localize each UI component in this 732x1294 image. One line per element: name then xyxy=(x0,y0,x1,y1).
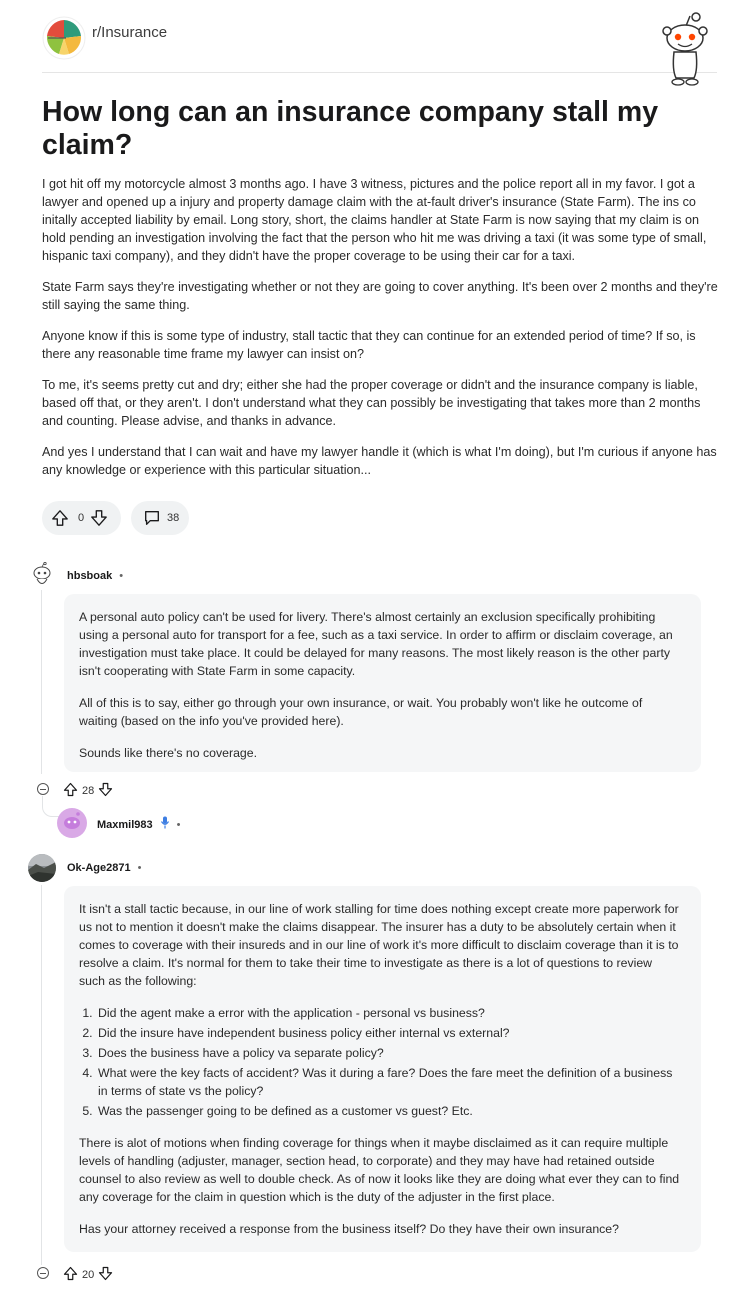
post-title: How long can an insurance company stall … xyxy=(42,96,659,161)
downvote-arrow-icon[interactable] xyxy=(98,782,113,800)
comment-header: hbsboak • xyxy=(67,570,123,582)
comment-vote-count: 20 xyxy=(82,1269,95,1281)
comment-paragraph: It isn't a stall tactic because, in our … xyxy=(79,902,679,988)
avatar[interactable] xyxy=(28,854,56,882)
post-paragraph: And yes I understand that I can wait and… xyxy=(42,445,717,477)
comment-username[interactable]: hbsboak xyxy=(67,570,112,582)
comment-bubble-icon xyxy=(143,509,161,527)
list-item: Did the agent make a error with the appl… xyxy=(96,1004,681,1022)
list-item: Was the passenger going to be defined as… xyxy=(96,1102,681,1120)
comment-actions: 20 xyxy=(63,1266,113,1284)
umbrella-icon[interactable] xyxy=(42,16,86,60)
list-item: Does the business have a policy va separ… xyxy=(96,1044,681,1062)
thread-line[interactable] xyxy=(41,885,42,1265)
comment-body: A personal auto policy can't be used for… xyxy=(64,594,701,772)
reply-header: Maxmil983 • xyxy=(97,816,181,834)
comment-paragraph: All of this is to say, either go through… xyxy=(79,696,643,728)
comment-count: 38 xyxy=(167,512,180,524)
comment-body: It isn't a stall tactic because, in our … xyxy=(64,886,701,1252)
header-divider xyxy=(42,72,717,73)
post-vote-bar: 0 xyxy=(42,501,121,535)
separator-dot: • xyxy=(176,819,181,831)
post-paragraph: I got hit off my motorcycle almost 3 mon… xyxy=(42,177,707,263)
separator-dot: • xyxy=(119,570,124,582)
post-vote-count: 0 xyxy=(78,512,85,524)
comment-paragraph: Has your attorney received a response fr… xyxy=(79,1222,619,1236)
post-paragraph: State Farm says they're investigating wh… xyxy=(42,280,718,312)
collapse-thread-icon[interactable] xyxy=(37,783,49,795)
downvote-arrow-icon[interactable] xyxy=(90,509,108,527)
avatar[interactable] xyxy=(57,808,87,838)
post-paragraph: To me, it's seems pretty cut and dry; ei… xyxy=(42,378,701,428)
post-body: I got hit off my motorcycle almost 3 mon… xyxy=(42,175,720,492)
upvote-arrow-icon[interactable] xyxy=(63,1266,78,1284)
comment-paragraph: Sounds like there's no coverage. xyxy=(79,746,258,760)
comment-paragraph: A personal auto policy can't be used for… xyxy=(79,610,673,678)
comment-header: Ok-Age2871 • xyxy=(67,862,141,874)
downvote-arrow-icon[interactable] xyxy=(98,1266,113,1284)
snoo-mascot-icon xyxy=(660,12,710,88)
comment-paragraph: There is alot of motions when finding co… xyxy=(79,1136,680,1204)
microphone-icon xyxy=(160,816,170,834)
subreddit-header: r/Insurance xyxy=(42,14,718,74)
separator-dot: • xyxy=(137,862,142,874)
avatar[interactable] xyxy=(28,561,56,590)
comment-count-button[interactable]: 38 xyxy=(131,501,189,535)
thread-line[interactable] xyxy=(41,590,42,774)
upvote-arrow-icon[interactable] xyxy=(63,782,78,800)
comment-username[interactable]: Ok-Age2871 xyxy=(67,862,131,874)
comment-actions: 28 xyxy=(63,782,113,800)
upvote-arrow-icon[interactable] xyxy=(51,509,69,527)
collapse-thread-icon[interactable] xyxy=(37,1267,49,1279)
post-paragraph: Anyone know if this is some type of indu… xyxy=(42,329,696,361)
subreddit-name[interactable]: r/Insurance xyxy=(92,24,167,41)
question-list: Did the agent make a error with the appl… xyxy=(79,1004,681,1120)
comment-vote-count: 28 xyxy=(82,785,95,797)
list-item: What were the key facts of accident? Was… xyxy=(96,1064,681,1100)
list-item: Did the insure have independent business… xyxy=(96,1024,681,1042)
reply-username[interactable]: Maxmil983 xyxy=(97,819,153,831)
